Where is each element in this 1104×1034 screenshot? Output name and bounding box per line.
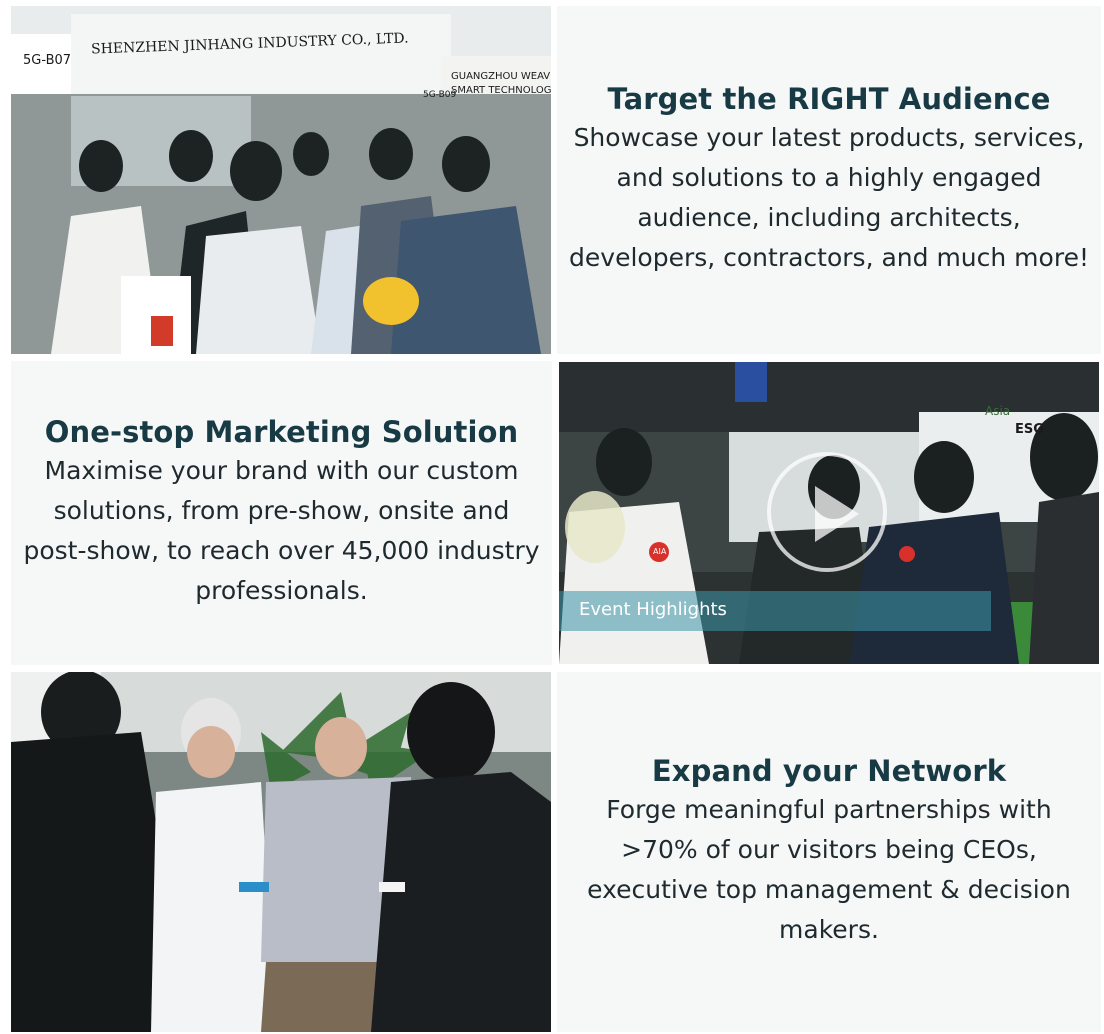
description-line: developers, contractors, and much more! [569,243,1089,272]
asia-logo-text: Asia [985,404,1011,418]
description-line: post-show, to reach over 45,000 industry [23,536,540,565]
feature-marketing-solution: One-stop Marketing Solution Maximise you… [11,361,552,665]
feature-description: Maximise your brand with our custom solu… [23,451,539,611]
feature-title: Expand your Network [651,754,1007,788]
description-line: professionals. [195,576,368,605]
description-line: >70% of our visitors being CEOs, [621,835,1037,864]
booth-sign-right-line-1: GUANGZHOU WEAVING [451,71,551,82]
description-line: solutions, from pre-show, onsite and [53,496,510,525]
description-line: executive top management & decision [587,875,1071,904]
video-caption: Event Highlights [579,599,727,620]
description-line: Showcase your latest products, services, [573,123,1085,152]
feature-title: Target the RIGHT Audience [607,82,1051,116]
feature-grid: 5G-B07 SHENZHEN JINHANG INDUSTRY CO., LT… [0,0,1104,1034]
booth-number-left: 5G-B07 [23,53,72,68]
description-line: audience, including architects, [637,203,1021,232]
feature-expand-network: Expand your Network Forge meaningful par… [557,672,1101,1032]
description-line: makers. [779,915,879,944]
booth-sign-right-line-2: SMART TECHNOLOGY C [451,85,551,96]
esg-sign: ESG [1015,422,1044,437]
play-icon [815,486,859,542]
feature-title: One-stop Marketing Solution [44,415,519,449]
feature-description: Showcase your latest products, services,… [569,118,1089,278]
description-line: Forge meaningful partnerships with [606,795,1052,824]
play-button[interactable] [767,452,887,572]
aia-badge: AIA [653,547,667,556]
feature-description: Forge meaningful partnerships with >70% … [587,790,1071,950]
description-line: and solutions to a highly engaged [616,163,1042,192]
networking-photo [11,672,551,1032]
booth-sign-right: GUANGZHOU WEAVING SMART TECHNOLOGY C [451,70,551,98]
exhibition-booth-photo: 5G-B07 SHENZHEN JINHANG INDUSTRY CO., LT… [11,6,551,354]
feature-target-audience: Target the RIGHT Audience Showcase your … [557,6,1101,354]
video-caption-bar: Event Highlights [559,591,991,631]
event-highlights-video[interactable]: ESG Asia AIA Event Highlights [559,362,1099,664]
description-line: Maximise your brand with our custom [44,456,519,485]
